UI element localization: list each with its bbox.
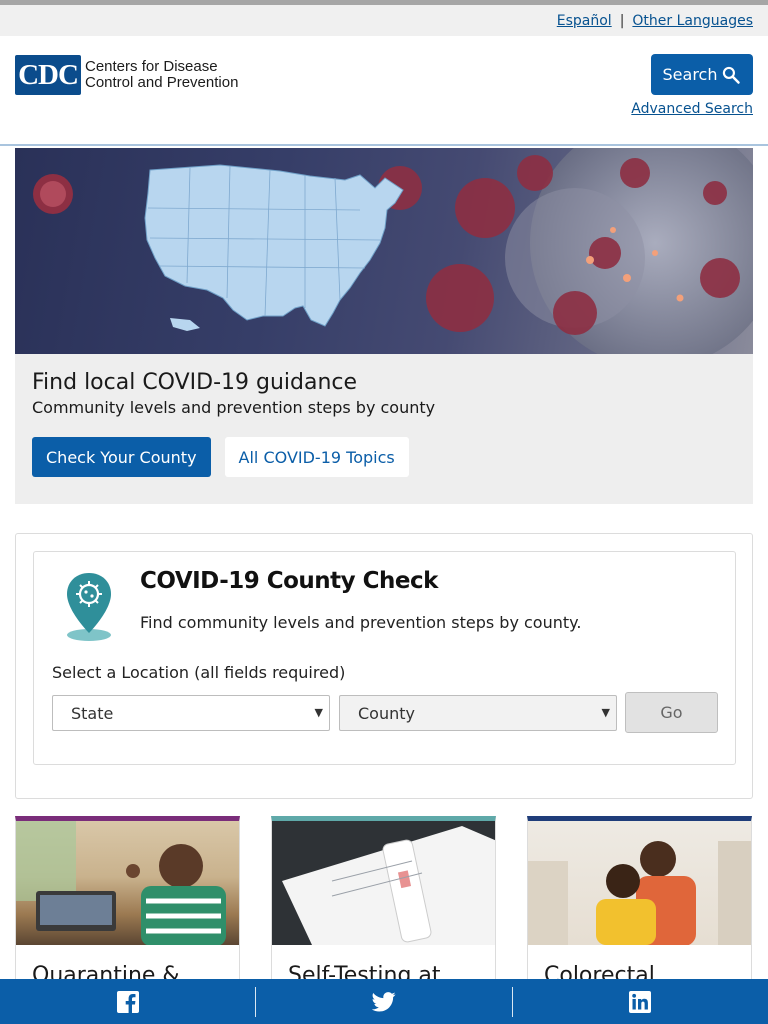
feature-button-row: Check Your County All COVID-19 Topics bbox=[32, 437, 736, 477]
card-colorectal[interactable]: Colorectal bbox=[527, 816, 752, 986]
covid-hero-banner bbox=[15, 148, 753, 354]
state-select-value: State bbox=[71, 703, 114, 723]
all-covid-topics-button[interactable]: All COVID-19 Topics bbox=[224, 437, 409, 477]
facebook-share-button[interactable] bbox=[0, 979, 255, 1024]
card-image-art-2 bbox=[282, 826, 495, 945]
social-divider bbox=[255, 986, 257, 1017]
chevron-down-icon: ▼ bbox=[314, 706, 323, 719]
check-your-county-button[interactable]: Check Your County bbox=[32, 437, 211, 477]
location-pin-virus-icon bbox=[67, 573, 111, 641]
logo-line-1: Centers for Disease bbox=[85, 58, 218, 75]
county-select[interactable]: County ▼ bbox=[339, 695, 617, 731]
twitter-icon bbox=[371, 991, 396, 1011]
cdc-logo[interactable]: CDC Centers for Disease Control and Prev… bbox=[15, 55, 238, 95]
facebook-icon bbox=[116, 990, 139, 1013]
card-image-couple bbox=[528, 821, 751, 945]
state-select[interactable]: State ▼ bbox=[52, 695, 330, 731]
twitter-share-button[interactable] bbox=[256, 979, 511, 1024]
county-check-title: COVID-19 County Check bbox=[140, 568, 438, 594]
linkedin-icon bbox=[629, 990, 652, 1013]
language-separator: | bbox=[619, 12, 625, 29]
card-image-woman-video-call bbox=[16, 821, 239, 945]
go-button[interactable]: Go bbox=[625, 692, 718, 733]
county-check-section: COVID-19 County Check Find community lev… bbox=[15, 533, 753, 799]
chevron-down-icon: ▼ bbox=[601, 706, 610, 719]
language-bar: Español | Other Languages bbox=[0, 5, 768, 36]
social-share-bar bbox=[0, 979, 768, 1024]
advanced-search-link[interactable]: Advanced Search bbox=[631, 101, 753, 117]
social-divider bbox=[511, 986, 513, 1017]
feature-title: Find local COVID-19 guidance bbox=[32, 370, 358, 395]
card-image-art-1 bbox=[16, 821, 226, 945]
hero-illustration bbox=[33, 148, 753, 354]
search-button[interactable]: Search bbox=[651, 54, 753, 95]
county-select-value: County bbox=[358, 703, 415, 723]
card-quarantine[interactable]: Quarantine & bbox=[15, 816, 240, 986]
logo-line-2: Control and Prevention bbox=[85, 74, 239, 91]
search-icon bbox=[723, 66, 741, 84]
espanol-link[interactable]: Español bbox=[557, 13, 612, 29]
topic-cards: Quarantine & Self-Testing at Colorectal bbox=[15, 816, 753, 986]
county-check-description: Find community levels and prevention ste… bbox=[140, 613, 582, 632]
search-button-label: Search bbox=[662, 65, 718, 84]
card-self-testing[interactable]: Self-Testing at bbox=[271, 816, 496, 986]
cdc-logo-text: Centers for Disease Control and Preventi… bbox=[85, 59, 238, 91]
cdc-logo-mark: CDC bbox=[15, 55, 81, 95]
site-header: CDC Centers for Disease Control and Prev… bbox=[0, 36, 768, 146]
other-languages-link[interactable]: Other Languages bbox=[632, 13, 753, 29]
county-check-card: COVID-19 County Check Find community lev… bbox=[33, 551, 736, 765]
feature-panel: Find local COVID-19 guidance Community l… bbox=[15, 354, 753, 504]
feature-subtitle: Community levels and prevention steps by… bbox=[32, 398, 436, 417]
card-image-art-3 bbox=[528, 841, 751, 945]
card-image-antigen-test bbox=[272, 821, 495, 945]
location-label: Select a Location (all fields required) bbox=[52, 663, 346, 682]
linkedin-share-button[interactable] bbox=[513, 979, 768, 1024]
